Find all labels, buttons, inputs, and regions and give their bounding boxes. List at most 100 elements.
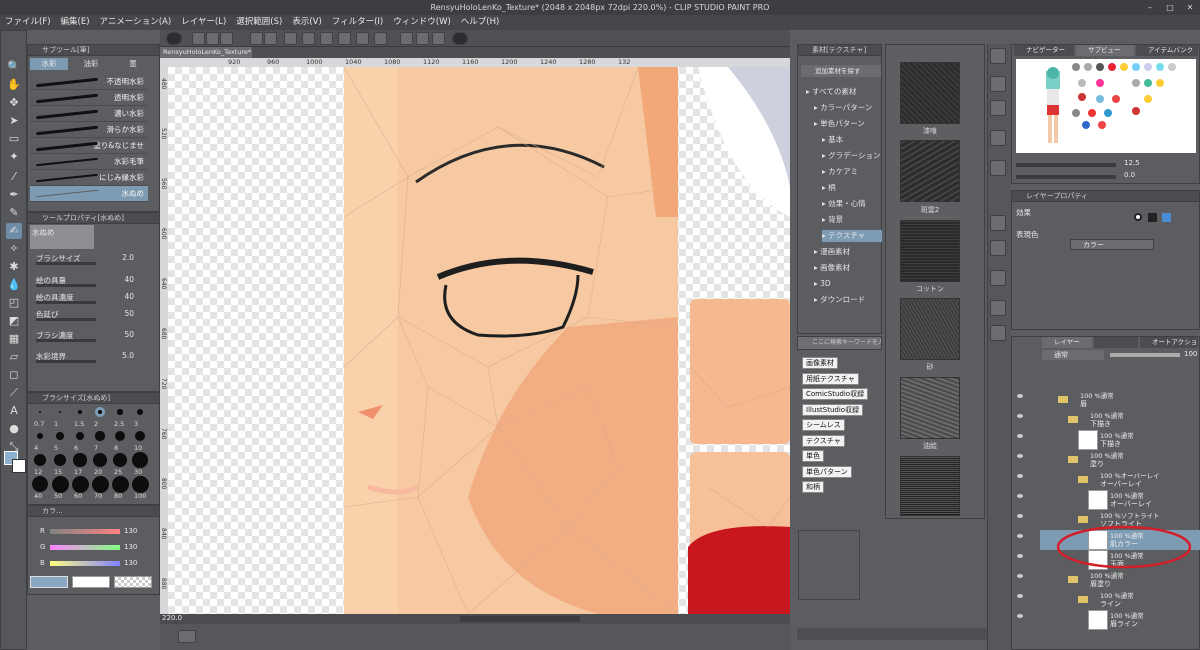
selection-tool-icon[interactable]: ▭ xyxy=(6,131,22,147)
side-panel-icon[interactable] xyxy=(990,160,1006,176)
brush-size-dot[interactable] xyxy=(137,409,143,415)
redo-icon[interactable] xyxy=(264,32,277,45)
brush-item[interactable]: 濃い水彩 xyxy=(30,106,148,122)
hand-tool-icon[interactable]: ✋ xyxy=(6,77,22,93)
side-panel-icon[interactable] xyxy=(990,215,1006,231)
tab-watercolor[interactable]: 水彩 xyxy=(30,58,68,70)
minimize-icon[interactable]: – xyxy=(1140,0,1160,15)
opacity-slider[interactable] xyxy=(1110,353,1180,357)
brush-item-selected[interactable]: 水ぬめ xyxy=(30,186,148,202)
material-tree-item[interactable]: ▸ グラデーション xyxy=(822,150,881,162)
transparent-color-chip[interactable] xyxy=(114,576,152,588)
transform-icon[interactable] xyxy=(302,32,315,45)
material-tree-item[interactable]: ▸ 効果・心情 xyxy=(822,198,866,210)
prop-slider[interactable] xyxy=(36,339,96,342)
menu-file[interactable]: ファイル(F) xyxy=(0,15,56,30)
visibility-eye-icon[interactable] xyxy=(1017,514,1023,518)
prop-slider[interactable] xyxy=(36,262,96,265)
material-thumbnail[interactable] xyxy=(900,298,960,360)
material-thumbnail[interactable] xyxy=(900,456,960,516)
material-tag-button[interactable]: ComicStudio収録 xyxy=(802,388,869,400)
visibility-eye-icon[interactable] xyxy=(1017,434,1023,438)
brush-size-dot[interactable] xyxy=(132,452,148,468)
prop-color-stretch[interactable]: 色延び 50 xyxy=(36,309,146,323)
app-logo-icon[interactable] xyxy=(166,32,182,45)
visibility-eye-icon[interactable] xyxy=(1017,574,1023,578)
visibility-eye-icon[interactable] xyxy=(1017,394,1023,398)
side-panel-icon[interactable] xyxy=(990,325,1006,341)
brush-size-dot[interactable] xyxy=(111,475,129,493)
visibility-eye-icon[interactable] xyxy=(1017,534,1023,538)
brush-size-dot[interactable] xyxy=(34,454,46,466)
brush-size-dot[interactable] xyxy=(39,411,41,413)
open-file-icon[interactable] xyxy=(206,32,219,45)
effect-tone-icon[interactable] xyxy=(1148,213,1157,222)
move-tool-icon[interactable]: ✥ xyxy=(6,95,22,111)
tab-layer-search[interactable] xyxy=(1094,337,1138,348)
eraser-tool-icon[interactable]: ◰ xyxy=(6,295,22,311)
brush-size-dot[interactable] xyxy=(51,475,69,493)
new-file-icon[interactable] xyxy=(192,32,205,45)
side-panel-icon[interactable] xyxy=(990,76,1006,92)
menu-window[interactable]: ウィンドウ(W) xyxy=(388,15,456,30)
prop-slider[interactable] xyxy=(36,318,96,321)
menu-view[interactable]: 表示(V) xyxy=(287,15,326,30)
balloon-tool-icon[interactable]: ● xyxy=(6,421,22,437)
material-tree-item[interactable]: ▸ 3D xyxy=(814,278,831,290)
side-panel-icon[interactable] xyxy=(990,240,1006,256)
sub-color-chip[interactable] xyxy=(72,576,110,588)
prop-watercolor-edge[interactable]: 水彩境界 5.0 xyxy=(36,351,146,365)
menu-selection[interactable]: 選択範囲(S) xyxy=(231,15,287,30)
side-panel-icon[interactable] xyxy=(990,300,1006,316)
text-tool-icon[interactable]: A xyxy=(6,403,22,419)
snap-ruler-icon[interactable] xyxy=(400,32,413,45)
prop-slider[interactable] xyxy=(36,284,96,287)
brush-size-dot[interactable] xyxy=(91,475,109,493)
sub-color-swatch[interactable] xyxy=(12,459,26,473)
material-tree-item[interactable]: ▸ ダウンロード xyxy=(814,294,865,306)
layer-row[interactable]: 100 %通常 下描き xyxy=(1040,410,1200,430)
material-thumbnail[interactable] xyxy=(900,62,960,124)
material-search-input[interactable]: ここに検索キーワードを入力 xyxy=(797,336,882,350)
material-tag-button[interactable]: テクスチャ xyxy=(802,434,845,447)
layer-row[interactable]: 100 %通常眉 xyxy=(1040,390,1200,410)
tab-item-bank[interactable]: アイテムバンク xyxy=(1136,45,1198,56)
brush-size-dot[interactable] xyxy=(73,453,87,467)
figure-tool-icon[interactable]: ▱ xyxy=(6,349,22,365)
tab-subview[interactable]: サブビュー xyxy=(1076,45,1134,56)
snap-grid-icon[interactable] xyxy=(432,32,445,45)
tab-layer[interactable]: レイヤー xyxy=(1042,337,1092,348)
material-tree-item[interactable]: ▸ カラーパターン xyxy=(814,102,872,114)
tab-oil[interactable]: 油彩 xyxy=(72,58,110,70)
select-all-icon[interactable] xyxy=(338,32,351,45)
visibility-eye-icon[interactable] xyxy=(1017,414,1023,418)
layer-row[interactable]: 100 %通常 塗り xyxy=(1040,450,1200,470)
frame-tool-icon[interactable]: ◻ xyxy=(6,367,22,383)
brush-size-dot[interactable] xyxy=(95,431,105,441)
horizontal-scrollbar[interactable] xyxy=(460,616,580,622)
brush-size-dot[interactable] xyxy=(117,409,123,415)
expression-color-select[interactable]: カラー xyxy=(1070,239,1154,250)
menu-help[interactable]: ヘルプ(H) xyxy=(456,15,505,30)
visibility-eye-icon[interactable] xyxy=(1017,454,1023,458)
eyedropper-tool-icon[interactable]: ⁄ xyxy=(6,169,22,185)
close-icon[interactable]: ✕ xyxy=(1180,0,1200,15)
save-icon[interactable] xyxy=(220,32,233,45)
prop-paint-amount[interactable]: 絵の具量 40 xyxy=(36,275,146,289)
prop-slider[interactable] xyxy=(36,301,96,304)
brush-size-dot[interactable] xyxy=(78,410,82,414)
fill-tool-icon[interactable]: ◩ xyxy=(6,313,22,329)
material-thumbnail[interactable] xyxy=(900,220,960,282)
help-icon[interactable] xyxy=(452,32,468,45)
visibility-eye-icon[interactable] xyxy=(1017,554,1023,558)
invert-selection-icon[interactable] xyxy=(356,32,369,45)
visibility-eye-icon[interactable] xyxy=(1017,594,1023,598)
channel-g-slider[interactable] xyxy=(50,545,120,550)
airbrush-tool-icon[interactable]: ✧ xyxy=(6,241,22,257)
brush-size-dot[interactable] xyxy=(71,475,89,493)
material-thumbnail[interactable] xyxy=(900,140,960,202)
material-tree-item[interactable]: ▸ 柄 xyxy=(822,182,836,194)
undo-icon[interactable] xyxy=(250,32,263,45)
material-tag-button[interactable]: 単色 xyxy=(802,450,824,462)
main-color-chip[interactable] xyxy=(30,576,68,588)
